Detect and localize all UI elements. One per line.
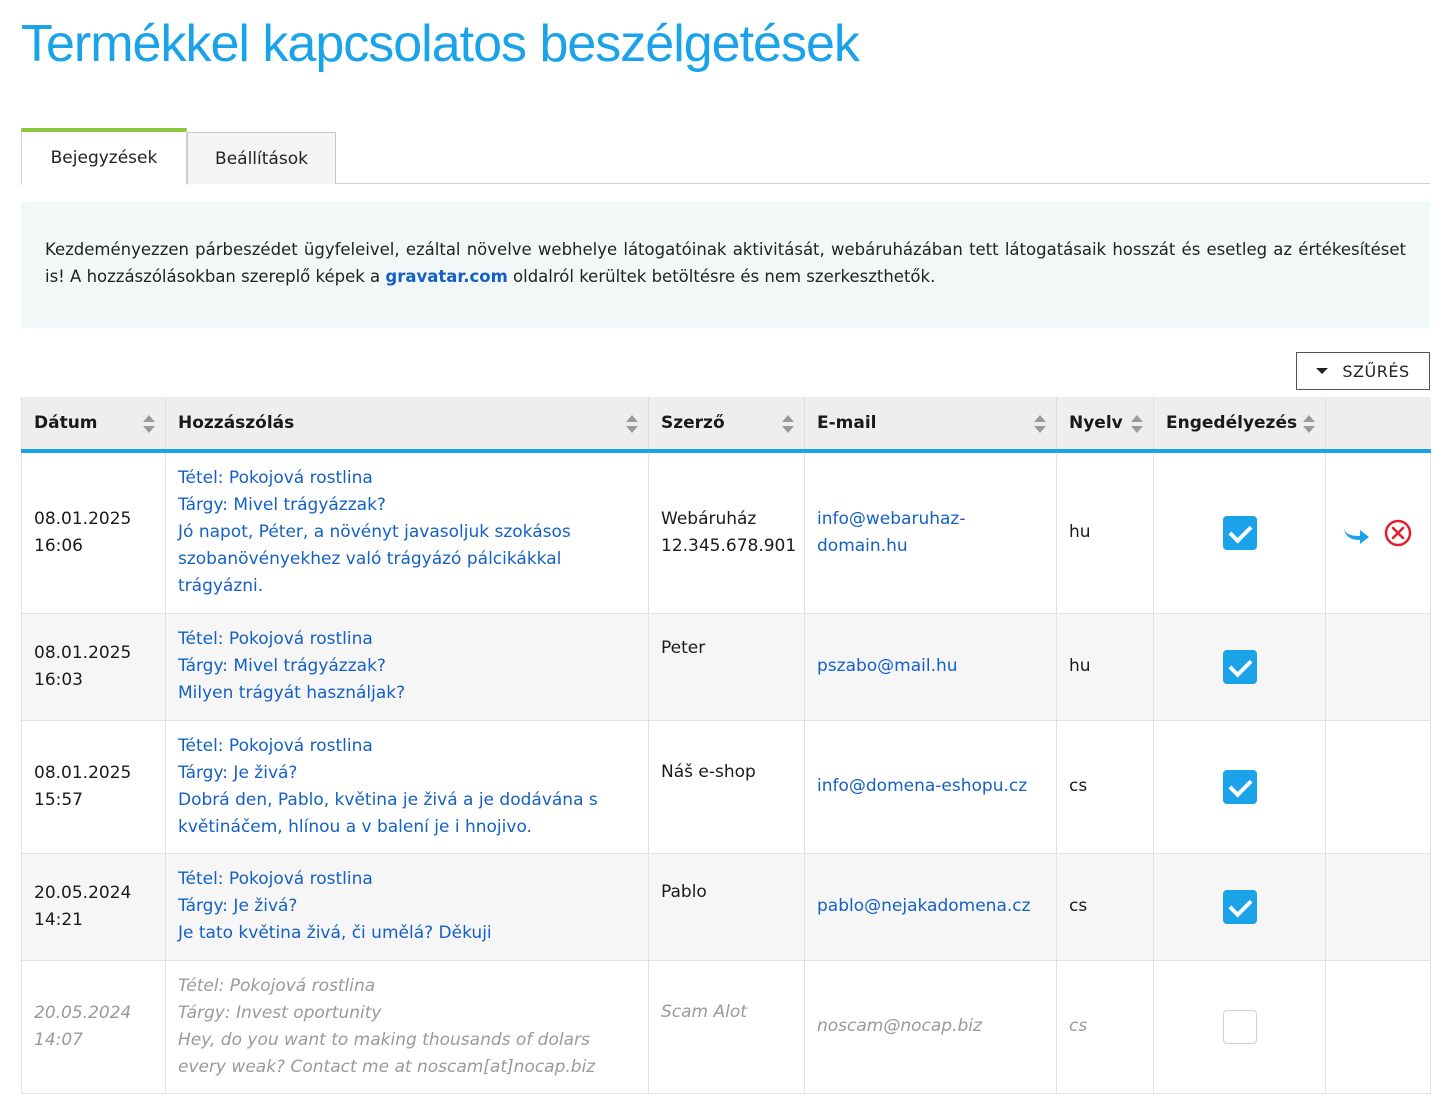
page-title: Termékkel kapcsolatos beszélgetések (21, 15, 860, 73)
comment-cell[interactable]: Tétel: Pokojová rostlina Tárgy: Je živá? D… (165, 719, 649, 854)
caret-down-icon (1316, 368, 1329, 374)
actions-cell (1325, 719, 1431, 854)
filter-label: SZŰRÉS (1342, 361, 1410, 381)
actions-cell (1325, 959, 1431, 1094)
tab-settings[interactable]: Beállítások (187, 132, 336, 184)
table-row: 20.05.2024 14:21 Tétel: Pokojová rostlina… (21, 852, 1431, 961)
comment-cell[interactable]: Tétel: Pokojová rostlina Tárgy: Mivel trá… (165, 450, 649, 614)
comment-cell[interactable]: Tétel: Pokojová rostlina Tárgy: Je živá? J… (165, 852, 649, 961)
language-cell: cs (1056, 719, 1154, 854)
sort-icon[interactable] (143, 415, 155, 435)
approval-checkbox[interactable] (1222, 889, 1257, 924)
comments-table: Dátum Hozzászólás Szerző E-mail Nyelv En… (21, 397, 1431, 1094)
date-cell: 20.05.2024 14:07 (21, 959, 166, 1094)
column-header-actions (1325, 397, 1431, 453)
reply-arrow-icon[interactable] (1342, 522, 1370, 544)
sort-icon[interactable] (626, 415, 638, 435)
sort-icon[interactable] (1034, 415, 1046, 435)
table-row: 20.05.2024 14:07 Tétel: Pokojová rostlina… (21, 959, 1431, 1094)
column-header-author[interactable]: Szerző (648, 397, 805, 453)
date-cell: 08.01.2025 16:06 (21, 450, 166, 614)
info-box: Kezdeményezzen párbeszédet ügyfeleivel, … (21, 202, 1430, 328)
column-header-language[interactable]: Nyelv (1056, 397, 1154, 453)
email-cell[interactable]: info@domena-eshopu.cz (804, 719, 1057, 854)
table-row: 08.01.2025 15:57 Tétel: Pokojová rostlina… (21, 719, 1431, 854)
author-cell: Webáruház 12.345.678.901 (648, 450, 805, 614)
approval-checkbox[interactable] (1222, 515, 1257, 550)
column-header-approval[interactable]: Engedélyezés (1153, 397, 1326, 453)
info-text-end: oldalról kerültek betöltésre és nem szer… (507, 267, 936, 286)
email-cell[interactable]: noscam@nocap.biz (804, 959, 1057, 1094)
approval-cell (1153, 852, 1326, 961)
gravatar-link[interactable]: gravatar.com (385, 267, 507, 286)
delete-circle-icon[interactable] (1384, 519, 1412, 547)
email-cell[interactable]: pszabo@mail.hu (804, 612, 1057, 721)
approval-checkbox[interactable] (1222, 769, 1257, 804)
actions-cell (1325, 852, 1431, 961)
actions-cell (1325, 450, 1431, 614)
language-cell: hu (1056, 612, 1154, 721)
table-row: 08.01.2025 16:06 Tétel: Pokojová rostlina… (21, 450, 1431, 614)
approval-cell (1153, 959, 1326, 1094)
column-header-email[interactable]: E-mail (804, 397, 1057, 453)
tab-bar: Bejegyzések Beállítások (21, 128, 1430, 185)
column-header-comment[interactable]: Hozzászólás (165, 397, 649, 453)
approval-checkbox[interactable] (1222, 1009, 1257, 1044)
actions-cell (1325, 612, 1431, 721)
sort-icon[interactable] (1303, 415, 1315, 435)
sort-icon[interactable] (1131, 415, 1143, 435)
table-row: 08.01.2025 16:03 Tétel: Pokojová rostlina… (21, 612, 1431, 721)
filter-button[interactable]: SZŰRÉS (1296, 352, 1430, 390)
author-cell: Scam Alot (648, 959, 805, 1094)
approval-cell (1153, 719, 1326, 854)
approval-cell (1153, 612, 1326, 721)
author-cell: Peter (648, 612, 805, 721)
email-cell[interactable]: info@webaruhaz-domain.hu (804, 450, 1057, 614)
tab-entries[interactable]: Bejegyzések (21, 128, 187, 185)
language-cell: hu (1056, 450, 1154, 614)
approval-checkbox[interactable] (1222, 649, 1257, 684)
language-cell: cs (1056, 852, 1154, 961)
approval-cell (1153, 450, 1326, 614)
comment-cell[interactable]: Tétel: Pokojová rostlina Tárgy: Mivel trá… (165, 612, 649, 721)
author-cell: Náš e-shop (648, 719, 805, 854)
author-cell: Pablo (648, 852, 805, 961)
language-cell: cs (1056, 959, 1154, 1094)
date-cell: 08.01.2025 16:03 (21, 612, 166, 721)
comment-cell[interactable]: Tétel: Pokojová rostlina Tárgy: Invest op… (165, 959, 649, 1094)
email-cell[interactable]: pablo@nejakadomena.cz (804, 852, 1057, 961)
sort-icon[interactable] (782, 415, 794, 435)
date-cell: 20.05.2024 14:21 (21, 852, 166, 961)
date-cell: 08.01.2025 15:57 (21, 719, 166, 854)
column-header-date[interactable]: Dátum (21, 397, 166, 453)
